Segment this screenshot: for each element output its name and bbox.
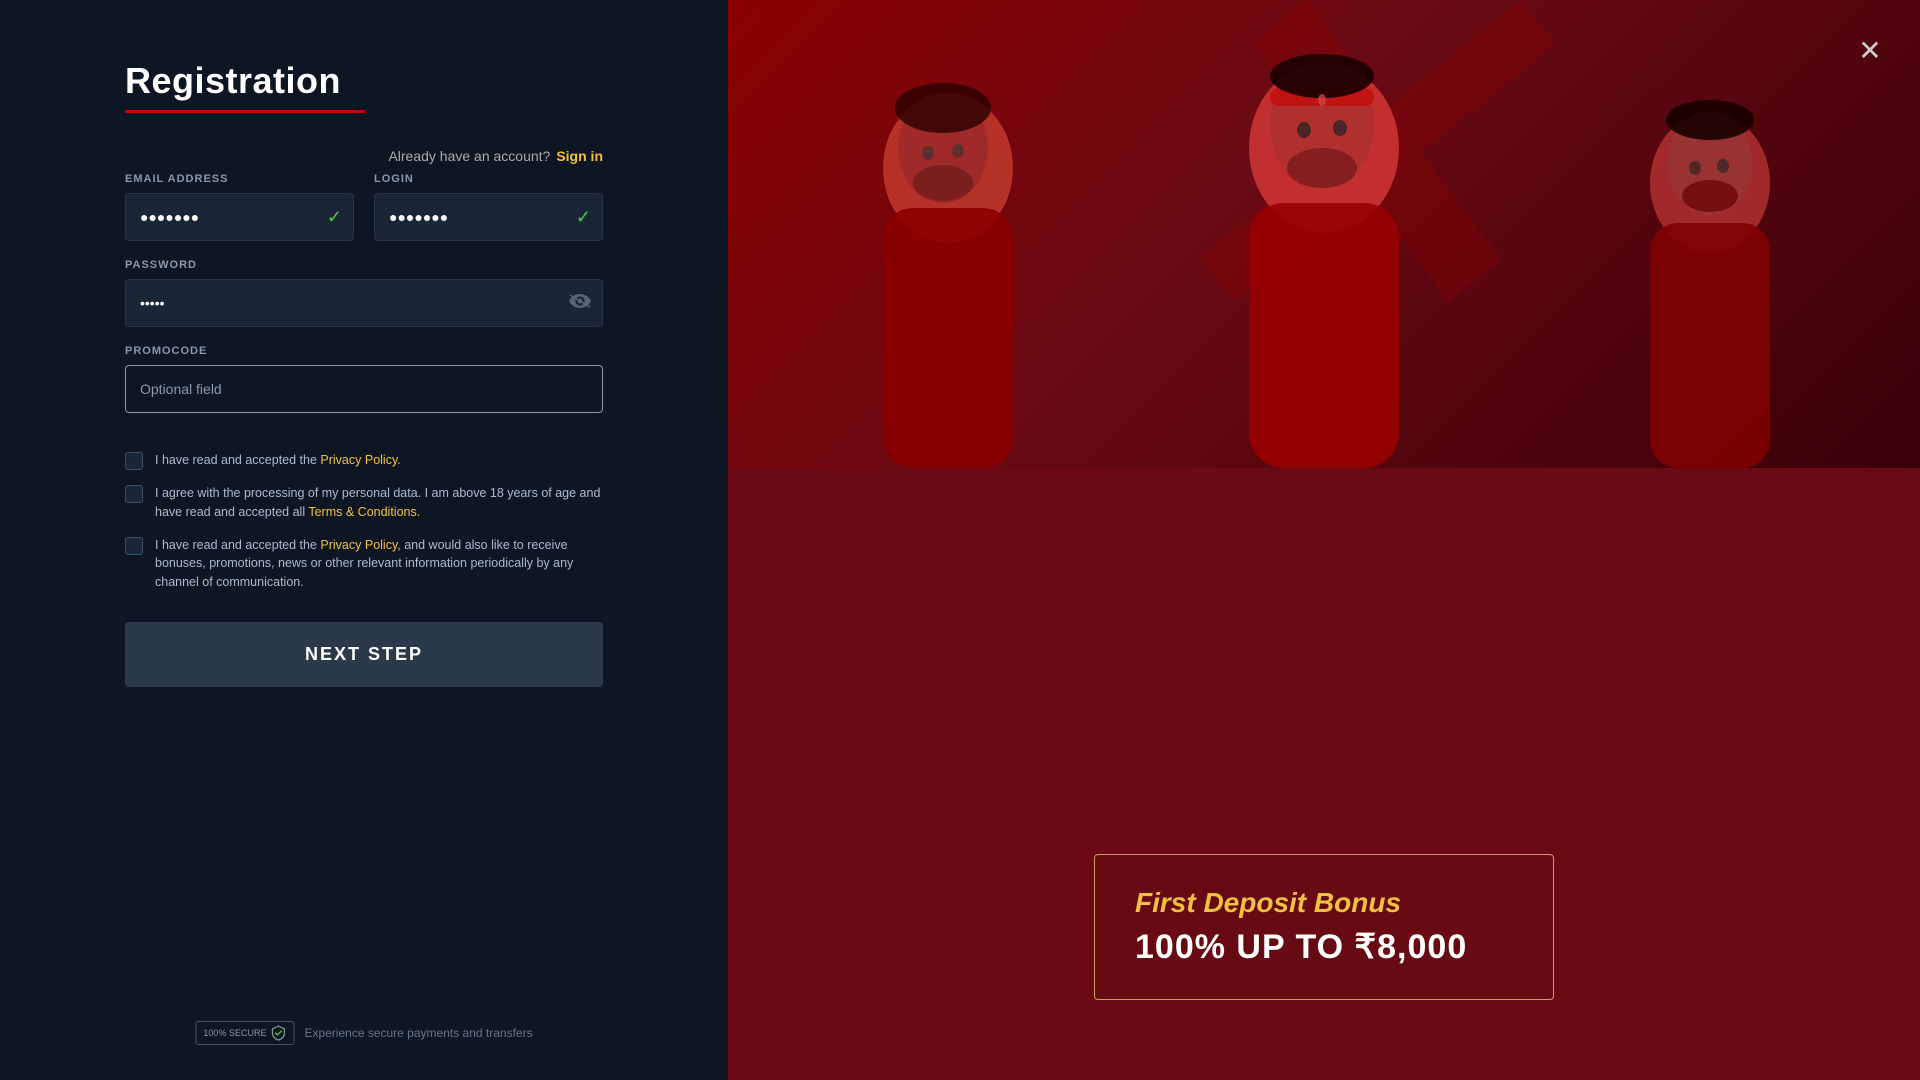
hero-image: ✕	[728, 0, 1920, 468]
login-label: LOGIN	[374, 173, 603, 185]
bonus-title: First Deposit Bonus	[1135, 887, 1513, 919]
close-icon: ✕	[1858, 34, 1881, 67]
password-group: PASSWORD	[125, 259, 603, 327]
email-input[interactable]	[125, 193, 354, 241]
next-step-button[interactable]: NEXT STEP	[125, 622, 603, 687]
email-group: EMAIL ADDRESS ✓	[125, 173, 354, 241]
sign-in-link[interactable]: Sign in	[556, 148, 603, 164]
password-eye-icon[interactable]	[569, 294, 591, 313]
checkbox-row-2: I agree with the processing of my person…	[125, 484, 603, 522]
checkboxes-section: I have read and accepted the Privacy Pol…	[125, 451, 603, 592]
password-input-wrapper	[125, 279, 603, 327]
promocode-label: PROMOCODE	[125, 345, 603, 357]
players-background: ✕	[728, 0, 1920, 468]
email-login-row: EMAIL ADDRESS ✓ LOGIN ✓	[125, 173, 603, 241]
security-label: 100% SECURE	[203, 1028, 266, 1038]
login-group: LOGIN ✓	[374, 173, 603, 241]
checkbox-3[interactable]	[125, 537, 143, 555]
sign-in-row: Already have an account? Sign in	[388, 148, 603, 164]
login-input[interactable]	[374, 193, 603, 241]
security-text: Experience secure payments and transfers	[304, 1026, 532, 1040]
right-panel: ✕ ✕	[728, 0, 1920, 1080]
player-right	[1560, 68, 1860, 468]
email-label: EMAIL ADDRESS	[125, 173, 354, 185]
security-footer: 100% SECURE Experience secure payments a…	[195, 1021, 532, 1045]
player-center	[1144, 18, 1504, 468]
page-title: Registration	[125, 60, 603, 102]
privacy-policy-link-2[interactable]: Privacy Policy	[320, 538, 397, 552]
checkbox-row-3: I have read and accepted the Privacy Pol…	[125, 536, 603, 592]
title-underline	[125, 110, 365, 113]
bonus-amount: 100% UP TO ₹8,000	[1135, 927, 1513, 967]
security-badge: 100% SECURE	[195, 1021, 294, 1045]
checkbox-row-1: I have read and accepted the Privacy Pol…	[125, 451, 603, 470]
player-left	[788, 48, 1108, 468]
close-button[interactable]: ✕	[1848, 28, 1892, 72]
password-input[interactable]	[125, 279, 603, 327]
login-check-icon: ✓	[576, 207, 591, 228]
login-input-wrapper: ✓	[374, 193, 603, 241]
checkbox-2-text: I agree with the processing of my person…	[155, 484, 603, 522]
terms-conditions-link[interactable]: Terms & Conditions.	[308, 505, 420, 519]
checkbox-2[interactable]	[125, 485, 143, 503]
email-input-wrapper: ✓	[125, 193, 354, 241]
left-panel: Registration Already have an account? Si…	[0, 0, 728, 1080]
checkbox-1-text: I have read and accepted the Privacy Pol…	[155, 451, 401, 470]
privacy-policy-link-1[interactable]: Privacy Policy.	[320, 453, 400, 467]
checkbox-1[interactable]	[125, 452, 143, 470]
promocode-group: PROMOCODE	[125, 345, 603, 413]
email-check-icon: ✓	[327, 207, 342, 228]
bonus-box: First Deposit Bonus 100% UP TO ₹8,000	[1094, 854, 1554, 1000]
registration-form: EMAIL ADDRESS ✓ LOGIN ✓ PASSWORD	[125, 173, 603, 431]
checkbox-3-text: I have read and accepted the Privacy Pol…	[155, 536, 603, 592]
password-label: PASSWORD	[125, 259, 603, 271]
sign-in-prompt: Already have an account?	[388, 148, 550, 164]
promocode-input[interactable]	[125, 365, 603, 413]
